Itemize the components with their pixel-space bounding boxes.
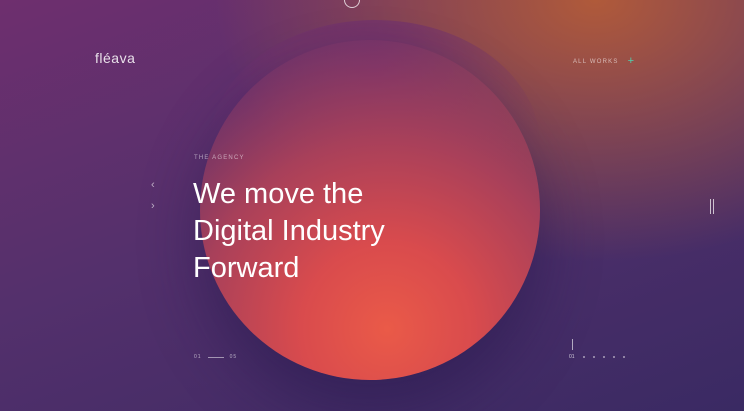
- plus-icon[interactable]: +: [628, 56, 634, 67]
- indicator-line: [572, 339, 573, 350]
- all-works-link[interactable]: ALL WORKS: [573, 59, 619, 65]
- indicator-dot[interactable]: [592, 356, 595, 358]
- headline-line-1: We move the: [193, 178, 364, 210]
- indicator-dot[interactable]: [602, 356, 605, 358]
- chevron-left-icon[interactable]: ‹: [151, 179, 155, 191]
- top-nav: ALL WORKS +: [573, 56, 634, 67]
- indicator-dot[interactable]: [612, 356, 615, 358]
- slide-pager: 01 05: [194, 354, 237, 360]
- section-label: THE AGENCY: [194, 155, 245, 161]
- indicator-active[interactable]: 01: [569, 354, 575, 360]
- scroll-indicator-icon[interactable]: [344, 0, 360, 8]
- pause-icon[interactable]: [710, 199, 715, 214]
- pager-current: 01: [194, 354, 202, 360]
- pager-total: 05: [229, 354, 238, 360]
- slide-indicators: 01: [569, 354, 625, 360]
- indicator-dot[interactable]: [622, 356, 625, 358]
- headline-line-2: Digital Industry: [193, 215, 385, 247]
- indicator-dot[interactable]: [582, 356, 585, 358]
- headline-line-3: Forward: [193, 252, 300, 284]
- brand-logo[interactable]: fléava: [95, 50, 135, 66]
- pager-divider: [207, 356, 224, 358]
- hero-headline: We move the Digital Industry Forward: [193, 176, 493, 287]
- chevron-right-icon[interactable]: ›: [151, 200, 155, 212]
